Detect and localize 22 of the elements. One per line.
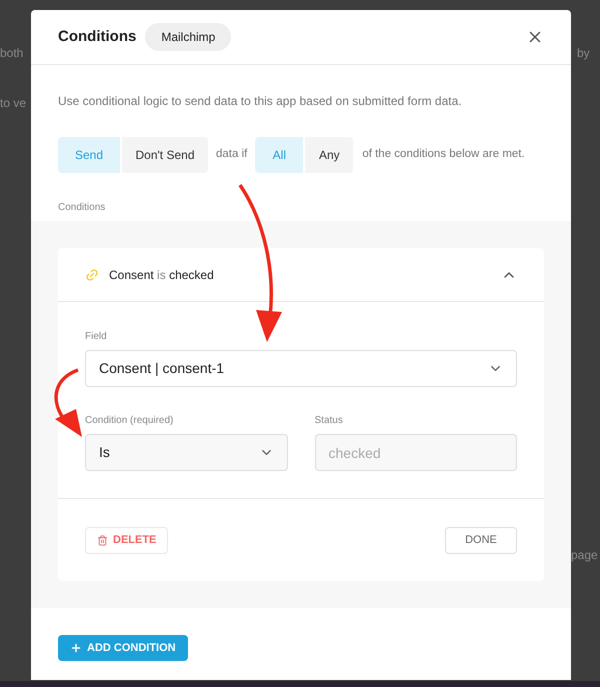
- condition-select[interactable]: Is: [85, 434, 288, 471]
- status-field[interactable]: checked: [314, 434, 517, 471]
- condition-header[interactable]: Consent is checked: [58, 248, 544, 302]
- condition-label: Condition (required): [85, 414, 174, 428]
- plus-icon: [70, 642, 82, 654]
- modal-title: Conditions: [58, 26, 136, 47]
- connector-text: data if: [216, 147, 248, 162]
- segment-option[interactable]: Any: [305, 137, 354, 173]
- status-label: Status: [314, 414, 344, 428]
- background-text: to ve: [0, 95, 26, 112]
- background-text: both: [0, 45, 24, 62]
- description-text: Use conditional logic to send data to this app based on submitted form data.: [58, 93, 463, 110]
- section-label: Conditions: [58, 201, 106, 215]
- field-select[interactable]: Consent | consent-1: [85, 350, 517, 387]
- app-tag: Mailchimp: [145, 23, 232, 51]
- background-text: page: [571, 547, 598, 564]
- trailing-text: of the conditions below are met.: [362, 147, 525, 162]
- done-button[interactable]: DONE: [445, 526, 517, 554]
- trash-icon: [97, 534, 108, 546]
- background-text: by: [577, 45, 590, 62]
- segment-option[interactable]: Don't Send: [122, 137, 208, 173]
- field-label: Field: [85, 330, 108, 344]
